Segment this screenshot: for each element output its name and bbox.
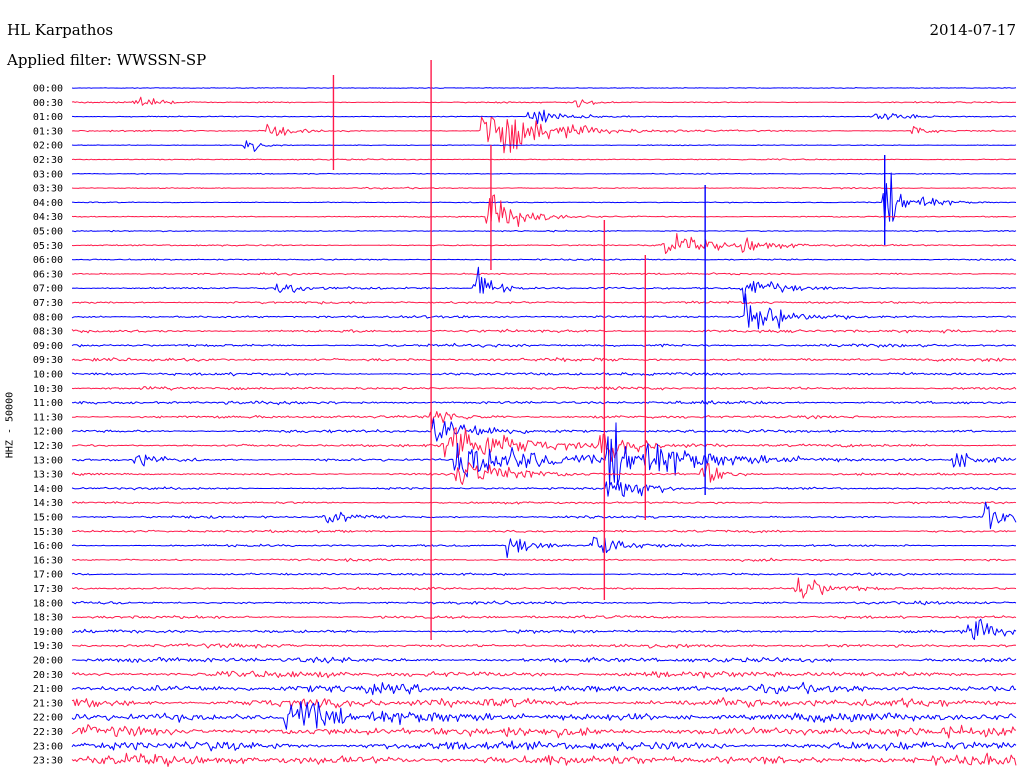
trace-row-2030 [71, 670, 1017, 679]
row-time-label: 04:00 [33, 198, 63, 209]
row-time-label: 12:30 [33, 441, 63, 452]
row-time-label: 08:00 [33, 312, 63, 323]
row-time-label: 18:30 [33, 613, 63, 624]
row-time-label: 15:00 [33, 513, 63, 524]
row-time-label: 02:00 [33, 141, 63, 152]
trace-row-0230 [71, 158, 1017, 161]
row-time-label: 18:00 [33, 598, 63, 609]
row-time-label: 20:30 [33, 670, 63, 681]
trace-row-0430 [71, 194, 1017, 227]
trace-row-1230 [71, 427, 1016, 462]
trace-row-1630 [71, 557, 1017, 563]
row-time-label: 08:30 [33, 327, 63, 338]
trace-row-1600 [71, 536, 1016, 558]
row-time-label: 07:00 [33, 284, 63, 295]
row-time-label: 23:30 [33, 756, 63, 767]
row-time-label: 09:30 [33, 355, 63, 366]
row-time-label: 17:00 [33, 570, 63, 581]
row-time-label: 19:30 [33, 641, 63, 652]
row-time-label: 19:00 [33, 627, 63, 638]
row-time-label: 02:30 [33, 155, 63, 166]
trace-row-1530 [71, 529, 1017, 534]
trace-row-1030 [71, 386, 1017, 391]
row-time-label: 07:30 [33, 298, 63, 309]
row-time-label: 14:00 [33, 484, 63, 495]
row-time-label: 20:00 [33, 656, 63, 667]
row-time-label: 23:00 [33, 741, 63, 752]
row-time-label: 21:30 [33, 698, 63, 709]
trace-row-0630 [71, 272, 1017, 276]
row-time-label: 13:00 [33, 455, 63, 466]
trace-row-2230 [71, 724, 1017, 739]
trace-row-1430 [71, 500, 1017, 505]
row-time-label: 21:00 [33, 684, 63, 695]
trace-row-0800 [71, 293, 1017, 330]
row-time-label: 11:00 [33, 398, 63, 409]
trace-row-0000 [71, 87, 1017, 89]
trace-row-0130 [71, 116, 1017, 154]
trace-row-1700 [71, 572, 1017, 577]
trace-row-1930 [71, 643, 1017, 649]
trace-row-1200 [71, 418, 1017, 442]
trace-row-1830 [71, 614, 1017, 620]
row-time-label: 03:00 [33, 169, 63, 180]
trace-row-1100 [71, 400, 1017, 406]
row-time-label: 22:00 [33, 713, 63, 724]
trace-row-0530 [71, 233, 1017, 254]
row-time-label: 06:30 [33, 269, 63, 280]
trace-row-0030 [71, 96, 1017, 108]
trace-row-2000 [71, 656, 1017, 664]
trace-row-0200 [71, 140, 1017, 152]
row-time-label: 11:30 [33, 412, 63, 423]
trace-row-1500 [71, 501, 1017, 530]
trace-row-1130 [72, 411, 1017, 424]
row-time-label: 05:30 [33, 241, 63, 252]
row-time-label: 16:30 [33, 555, 63, 566]
trace-row-0900 [71, 342, 1017, 348]
trace-row-0730 [71, 300, 1017, 305]
row-time-label: 14:30 [33, 498, 63, 509]
trace-row-2200 [71, 701, 1017, 730]
row-time-label: 00:00 [33, 84, 63, 95]
row-time-label: 04:30 [33, 212, 63, 223]
row-time-label: 01:30 [33, 126, 63, 137]
row-time-label: 10:30 [33, 384, 63, 395]
trace-row-0930 [71, 357, 1017, 363]
trace-row-2100 [71, 681, 1017, 696]
trace-row-0330 [71, 186, 1017, 190]
row-time-label: 06:00 [33, 255, 63, 266]
trace-row-1330 [71, 462, 1017, 485]
trace-row-1900 [71, 618, 1017, 641]
trace-row-2130 [71, 697, 1017, 709]
row-time-label: 22:30 [33, 727, 63, 738]
trace-row-2300 [71, 740, 1017, 752]
row-time-label: 15:30 [33, 527, 63, 538]
trace-row-2330 [71, 752, 1017, 767]
trace-row-0830 [71, 328, 1016, 334]
trace-row-0700 [71, 266, 1017, 304]
row-time-label: 16:00 [33, 541, 63, 552]
row-time-label: 12:00 [33, 427, 63, 438]
row-time-label: 05:00 [33, 227, 63, 238]
trace-row-0300 [71, 172, 1017, 175]
trace-row-1730 [71, 577, 1017, 599]
row-time-label: 17:30 [33, 584, 63, 595]
trace-row-0500 [71, 229, 1017, 233]
row-time-label: 09:00 [33, 341, 63, 352]
row-time-label: 00:30 [33, 98, 63, 109]
row-time-label: 03:30 [33, 184, 63, 195]
trace-row-1000 [71, 371, 1017, 377]
trace-row-0600 [71, 258, 1017, 261]
trace-row-0400 [71, 172, 1017, 227]
trace-row-0100 [71, 109, 1017, 125]
row-time-label: 01:00 [33, 112, 63, 123]
row-time-label: 10:00 [33, 370, 63, 381]
trace-row-1800 [71, 600, 1017, 606]
row-time-label: 13:30 [33, 470, 63, 481]
trace-row-1400 [71, 479, 1017, 497]
helicorder-plot: 00:00 00:30 01:00 01:30 02:00 02:30 03:00 03:30… [33, 60, 1017, 767]
